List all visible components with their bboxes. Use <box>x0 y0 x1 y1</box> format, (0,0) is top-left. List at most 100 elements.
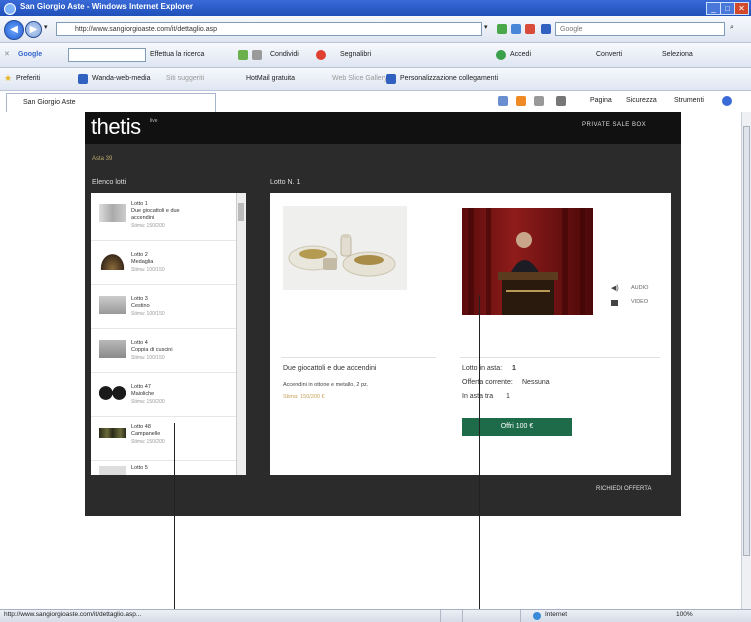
current-offer-label: Offerta corrente: <box>462 379 513 386</box>
security-zone: Internet <box>545 611 568 618</box>
audio-icon[interactable]: ◀) <box>611 284 619 292</box>
list-item[interactable]: Lotto 3 Cestino Stima: 100/150 <box>91 284 236 329</box>
window-title: San Giorgio Aste - Windows Internet Expl… <box>20 2 193 11</box>
search-box[interactable]: Google <box>555 22 725 36</box>
google-bookmarks-button[interactable]: Segnalibri <box>340 49 371 61</box>
lot-note: Accendini in ottone e metallo, 2 pz. <box>283 382 369 388</box>
google-toolbar-close-icon[interactable]: ✕ <box>4 49 10 61</box>
request-offer-link[interactable]: RICHIEDI OFFERTA <box>596 486 651 492</box>
mail-icon[interactable] <box>534 96 544 106</box>
lot-thumbnail <box>99 340 126 358</box>
search-provider-icon <box>541 24 551 34</box>
lot-thumbnail <box>99 466 126 475</box>
safety-menu[interactable]: Sicurezza <box>626 95 657 107</box>
site-logo[interactable]: thetis <box>91 114 141 140</box>
favorite-link-4[interactable]: Web Slice Gallery <box>332 73 388 85</box>
google-share-button[interactable]: Condividi <box>270 49 299 61</box>
back-icon[interactable]: ◀ <box>4 20 24 40</box>
favorites-label[interactable]: Preferiti <box>16 73 40 85</box>
status-divider <box>462 610 463 622</box>
address-dropdown-icon[interactable]: ▾ <box>484 22 488 34</box>
lot-title: Lotto 5 <box>131 465 148 471</box>
list-item[interactable]: Lotto 2 Medaglia Stima: 100/150 <box>91 240 236 285</box>
lot-desc: Campanelle <box>131 431 161 437</box>
stop-icon[interactable] <box>525 24 535 34</box>
favorite-link-1[interactable]: Wanda-web-media <box>92 73 151 85</box>
account-icon <box>496 50 506 60</box>
lot-estimate-link[interactable]: Stima: 150/200 € <box>283 394 325 400</box>
page-rank-icon <box>252 50 262 60</box>
lot-title: Lotto 48 <box>131 424 151 430</box>
address-input[interactable]: http://www.sangiorgioaste.com/it/dettagl… <box>56 22 482 36</box>
google-search-button[interactable]: Effettua la ricerca <box>150 49 204 61</box>
refresh-icon[interactable] <box>511 24 521 34</box>
lot-thumbnail <box>99 428 126 438</box>
lot-title: Lotto 47 <box>131 384 151 390</box>
list-item[interactable]: Lotto 4 Coppia di cuscini Stima: 100/150 <box>91 328 236 373</box>
current-lot-heading: Lotto N. 1 <box>270 179 301 186</box>
lot-list-scrollbar-thumb[interactable] <box>238 203 244 221</box>
feeds-icon[interactable] <box>516 96 526 106</box>
lot-thumbnail <box>99 296 126 314</box>
tab-title: San Giorgio Aste <box>23 99 76 106</box>
lot-desc: Coppia di cuscini <box>131 347 173 353</box>
list-item[interactable]: Lotto 1 Due giocattoli e due accendini S… <box>91 196 236 241</box>
lot-estimate: Stima: 100/150 <box>131 355 165 361</box>
globe-icon <box>533 612 541 620</box>
tab-active[interactable]: San Giorgio Aste <box>6 93 216 112</box>
search-icon[interactable]: ⌕ <box>730 22 734 34</box>
lot-desc: Medaglia <box>131 259 154 265</box>
lot-in-sale-label: Lotto in asta: <box>462 365 503 372</box>
lot-estimate: Stima: 100/150 <box>131 267 165 273</box>
status-divider <box>440 610 441 622</box>
lot-title: Lotto 4 <box>131 340 148 346</box>
google-toolbar: ✕ Google Effettua la ricerca Condividi S… <box>0 43 751 68</box>
lot-photo[interactable] <box>283 206 407 290</box>
video-link[interactable]: VIDEO <box>631 299 648 305</box>
compat-view-icon[interactable] <box>497 24 507 34</box>
lot-list-scrollbar[interactable] <box>236 193 246 475</box>
site-header <box>85 112 681 144</box>
favorite-link-3[interactable]: HotMail gratuita <box>246 73 295 85</box>
address-toolbar: ◀ ▶ ▾ http://www.sangiorgioaste.com/it/d… <box>0 16 751 43</box>
favorites-star-icon[interactable]: ★ <box>4 73 12 84</box>
page-scrollbar-thumb[interactable] <box>743 126 750 556</box>
select-button[interactable]: Seleziona <box>662 49 693 61</box>
close-icon[interactable]: ✕ <box>734 2 749 15</box>
help-icon[interactable] <box>722 96 732 106</box>
private-sale-link[interactable]: PRIVATE SALE BOX <box>582 122 646 128</box>
lot-thumbnail <box>99 252 126 270</box>
favorite-icon <box>386 74 396 84</box>
lot-in-sale-value: 1 <box>512 365 516 372</box>
audio-link[interactable]: AUDIO <box>631 285 648 291</box>
convert-button[interactable]: Converti <box>596 49 622 61</box>
google-accedi-button[interactable]: Accedi <box>510 49 531 61</box>
page-scrollbar[interactable] <box>741 112 751 609</box>
minimize-icon[interactable]: _ <box>706 2 721 15</box>
forward-icon[interactable]: ▶ <box>25 21 42 38</box>
video-camera-icon[interactable] <box>611 300 618 306</box>
lot-desc: Maioliche <box>131 391 155 397</box>
breadcrumb[interactable]: Asta 39 <box>92 156 112 162</box>
zoom-level[interactable]: 100% <box>676 611 693 618</box>
home-icon[interactable] <box>498 96 508 106</box>
video-thumbnail[interactable] <box>462 208 593 315</box>
bookmark-star-icon[interactable] <box>238 50 248 60</box>
tools-menu[interactable]: Strumenti <box>674 95 704 107</box>
maximize-icon[interactable]: □ <box>720 2 735 15</box>
ie-logo-icon <box>4 3 16 15</box>
google-logo: Google <box>18 51 43 58</box>
favorite-link-5[interactable]: Personalizzazione collegamenti <box>400 73 498 85</box>
lot-thumbnail <box>99 204 126 222</box>
list-item[interactable]: Lotto 5 <box>91 460 236 475</box>
history-dropdown-icon[interactable]: ▾ <box>44 22 48 34</box>
list-item[interactable]: Lotto 47 Maioliche Stima: 150/200 <box>91 372 236 417</box>
favorite-link-2[interactable]: Siti suggeriti <box>166 73 204 85</box>
list-item[interactable]: Lotto 48 Campanelle Stima: 150/200 <box>91 416 236 461</box>
gmail-icon[interactable] <box>316 50 326 60</box>
print-icon[interactable] <box>556 96 566 106</box>
next-step-label: In asta tra <box>462 393 494 400</box>
page-menu[interactable]: Pagina <box>590 95 612 107</box>
google-search-input[interactable] <box>68 48 146 62</box>
lot-title: Lotto 3 <box>131 296 148 302</box>
